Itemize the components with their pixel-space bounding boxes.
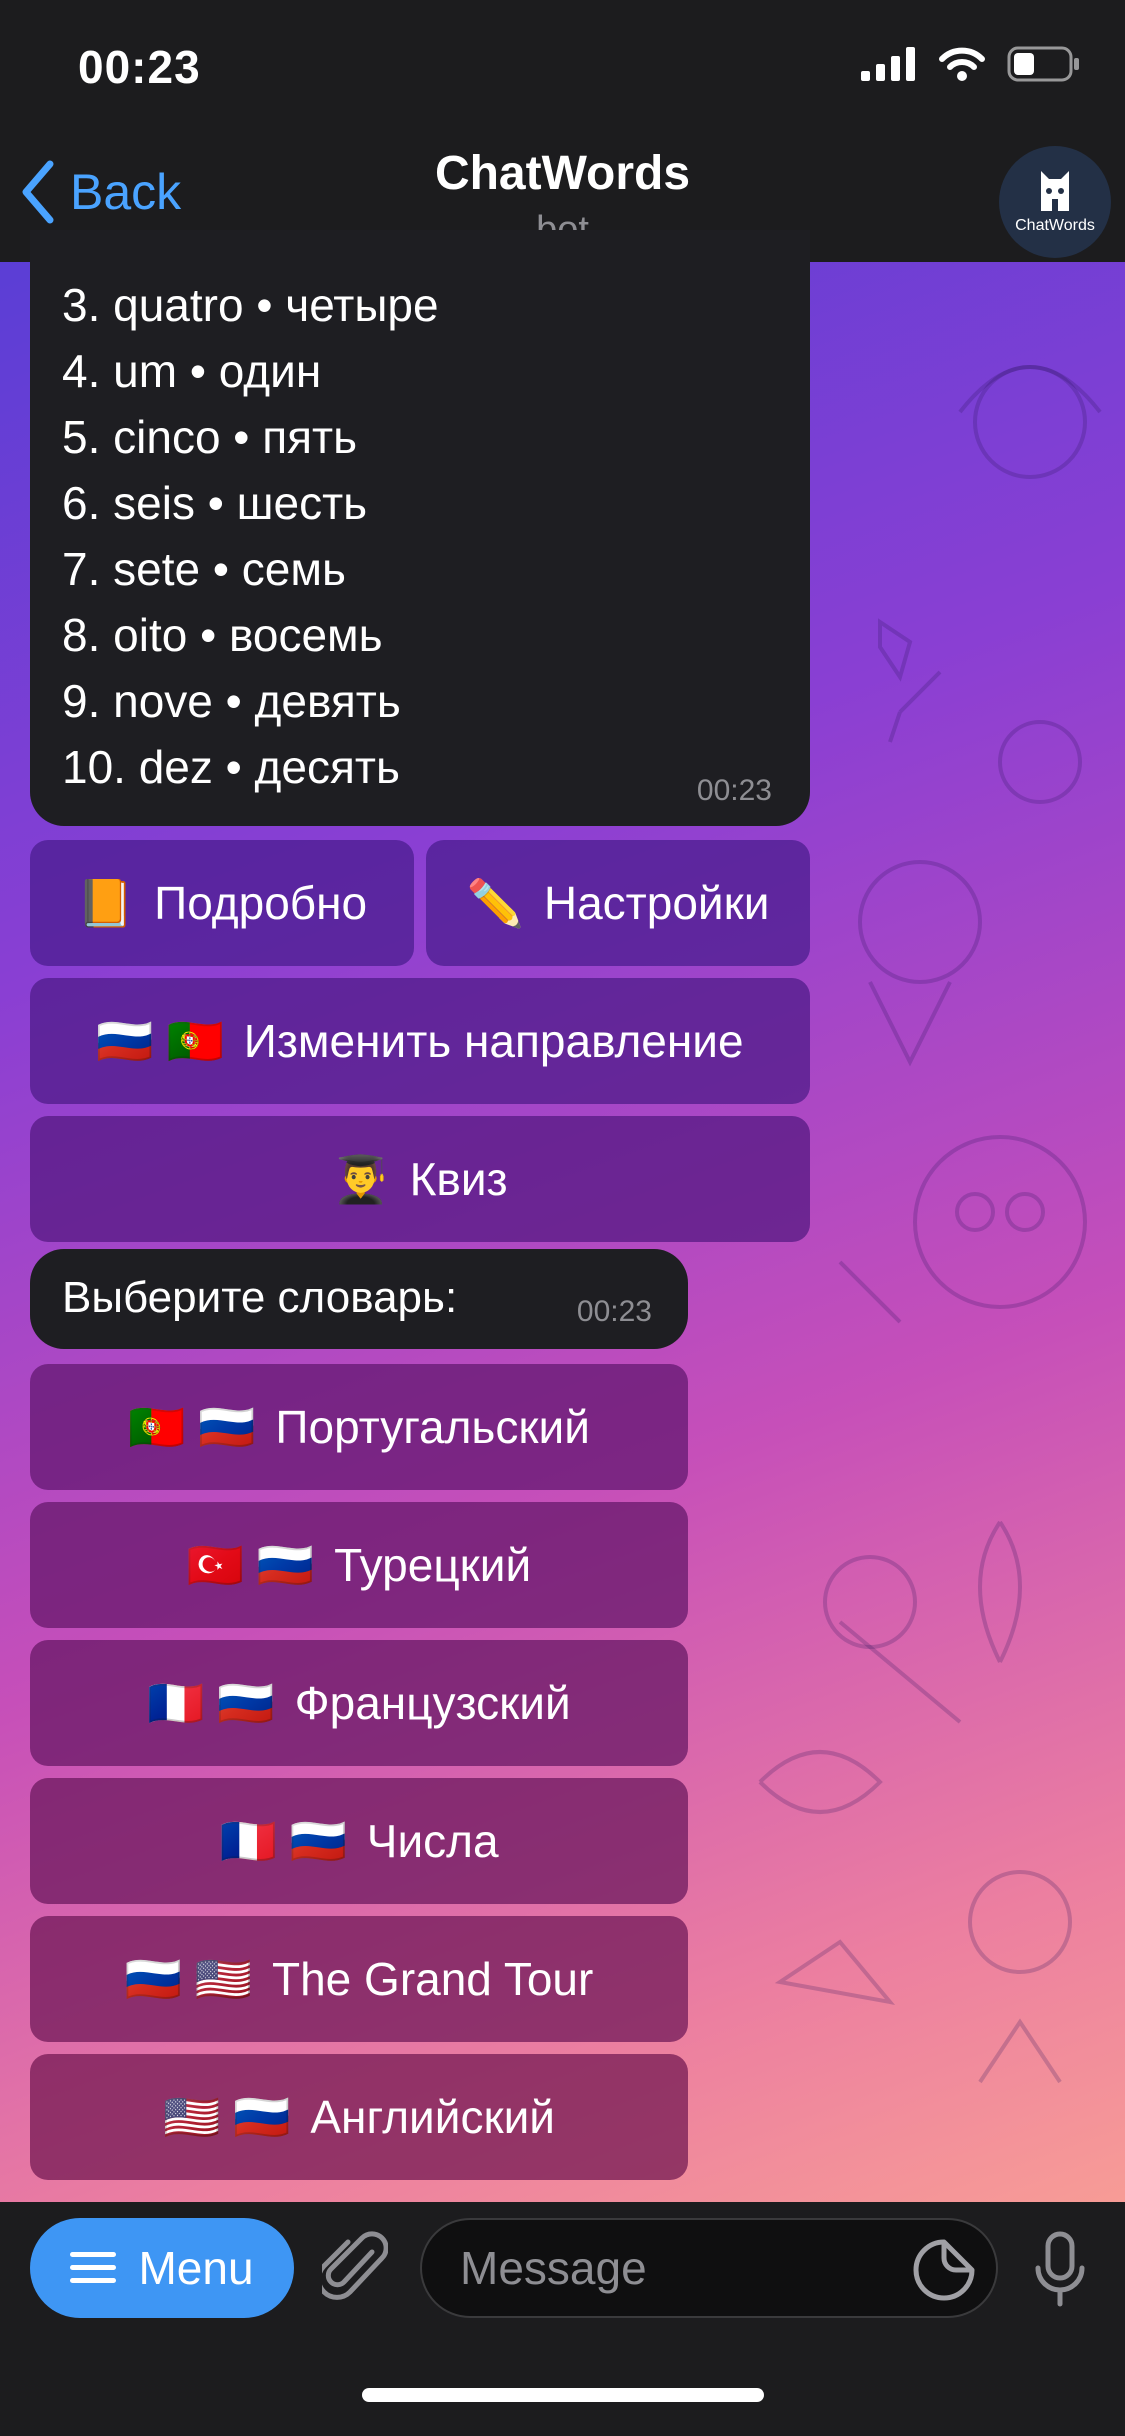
book-icon: 📙 xyxy=(76,876,135,929)
dictionary-button-numbers[interactable]: 🇫🇷 🇷🇺 Числа xyxy=(30,1778,688,1904)
status-time: 00:23 xyxy=(78,41,201,93)
quiz-label: Квиз xyxy=(409,1153,508,1205)
list-line: 4. um • один xyxy=(62,345,322,397)
dictionary-button-grand-tour[interactable]: 🇷🇺 🇺🇸 The Grand Tour xyxy=(30,1916,688,2042)
home-indicator xyxy=(362,2388,764,2402)
message-time: 00:23 xyxy=(576,1295,652,1328)
flags-icon: 🇺🇸 🇷🇺 xyxy=(163,2090,291,2143)
sticker-icon xyxy=(913,2239,975,2301)
list-line: 9. nove • девять xyxy=(62,675,401,727)
list-line: 8. oito • восемь xyxy=(62,609,383,661)
settings-label: Настройки xyxy=(543,877,770,929)
voice-button[interactable] xyxy=(1032,2230,1088,2315)
dictionary-label: Числа xyxy=(366,1815,499,1867)
flags-icon: 🇫🇷 🇷🇺 xyxy=(147,1676,275,1729)
battery-icon xyxy=(1007,46,1079,82)
wifi-icon xyxy=(939,47,985,81)
flags-icon: 🇵🇹 🇷🇺 xyxy=(128,1400,256,1453)
top-bar: 00:23 Back ChatWords bot xyxy=(0,0,1125,262)
message-time: 00:23 xyxy=(696,774,772,807)
status-icons xyxy=(861,46,1081,82)
student-icon: 👨‍🎓 xyxy=(332,1152,390,1205)
choose-dictionary-message: Выберите словарь: 00:23 xyxy=(30,1249,688,1349)
hamburger-icon xyxy=(70,2252,117,2283)
cat-logo-icon xyxy=(1041,171,1069,211)
paperclip-icon xyxy=(316,2231,389,2300)
quiz-button[interactable]: 👨‍🎓 Квиз xyxy=(30,1116,810,1242)
list-line: 5. cinco • пять xyxy=(62,411,358,463)
flags-icon: 🇹🇷 🇷🇺 xyxy=(186,1538,315,1591)
signal-icon xyxy=(861,47,915,81)
dictionary-label: The Grand Tour xyxy=(272,1953,594,2005)
flags-icon: 🇫🇷 🇷🇺 xyxy=(219,1814,347,1867)
list-line: 6. seis • шесть xyxy=(62,477,368,529)
sticker-button[interactable] xyxy=(912,2238,976,2313)
menu-label: Menu xyxy=(138,2242,254,2294)
change-direction-button[interactable]: 🇷🇺 🇵🇹 Изменить направление xyxy=(30,978,810,1104)
settings-button[interactable]: ✏️ Настройки xyxy=(426,840,810,966)
dictionary-label: Английский xyxy=(310,2091,555,2143)
flags-icon: 🇷🇺 🇺🇸 xyxy=(124,1952,252,2005)
message-input[interactable]: Message xyxy=(420,2218,998,2318)
dictionary-button-turkish[interactable]: 🇹🇷 🇷🇺 Турецкий xyxy=(30,1502,688,1628)
dictionary-label: Португальский xyxy=(275,1401,590,1453)
chat-title: ChatWords xyxy=(434,147,691,200)
dictionary-button-portuguese[interactable]: 🇵🇹 🇷🇺 Португальский xyxy=(30,1364,688,1490)
avatar[interactable]: ChatWords xyxy=(999,146,1111,258)
message-text: Выберите словарь: xyxy=(62,1273,458,1322)
dictionary-button-french[interactable]: 🇫🇷 🇷🇺 Французский xyxy=(30,1640,688,1766)
dictionary-button-english[interactable]: 🇺🇸 🇷🇺 Английский xyxy=(30,2054,688,2180)
word-list-message: 3. quatro • четыре 4. um • один 5. cinco… xyxy=(30,230,810,826)
flags-icon: 🇷🇺 🇵🇹 xyxy=(96,1014,224,1067)
details-label: Подробно xyxy=(154,877,368,929)
microphone-icon xyxy=(1035,2231,1085,2307)
change-direction-label: Изменить направление xyxy=(243,1015,744,1067)
details-button[interactable]: 📙 Подробно xyxy=(30,840,414,966)
dictionary-label: Французский xyxy=(294,1677,571,1729)
list-line: 7. sete • семь xyxy=(62,543,346,595)
dictionary-label: Турецкий xyxy=(334,1539,532,1591)
list-line: 3. quatro • четыре xyxy=(62,279,439,331)
pencil-icon: ✏️ xyxy=(466,876,524,929)
avatar-label: ChatWords xyxy=(1015,217,1095,234)
attach-button[interactable] xyxy=(316,2230,389,2311)
menu-button[interactable]: Menu xyxy=(30,2218,294,2318)
message-placeholder: Message xyxy=(460,2242,647,2294)
input-bar: Menu Message xyxy=(0,2202,1125,2436)
